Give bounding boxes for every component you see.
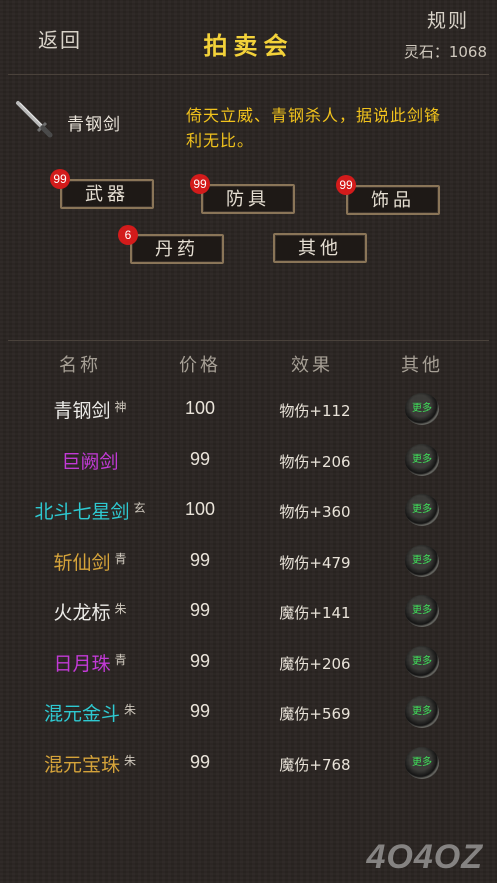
item-effect: 魔伤+206 [279, 654, 351, 673]
category-accessory-button[interactable]: 饰品 [346, 185, 440, 215]
item-name-cell: 北斗七星剑玄 [0, 497, 180, 524]
table-row[interactable]: 混元宝珠朱 99 魔伤+768 更多 [0, 738, 497, 788]
item-name: 斩仙剑 [53, 551, 111, 574]
item-name-cell: 日月珠青 [0, 649, 180, 676]
category-armor-button[interactable]: 防具 [201, 184, 295, 214]
grade-tag: 神 [114, 400, 127, 414]
grade-tag: 青 [114, 652, 127, 667]
item-price: 100 [184, 499, 216, 519]
table-row[interactable]: 青钢剑神 100 物伤+112 更多 [0, 384, 497, 434]
category-label: 丹药 [155, 239, 199, 260]
grade-tag: 青 [114, 551, 127, 566]
item-name: 巨阙剑 [61, 450, 119, 473]
table-row[interactable]: 斩仙剑青 99 物伤+479 更多 [0, 536, 497, 586]
category-label: 武器 [85, 184, 129, 205]
table-row[interactable]: 火龙标朱 99 魔伤+141 更多 [0, 586, 497, 636]
category-pill-button[interactable]: 丹药 [130, 234, 224, 264]
category-label: 饰品 [371, 190, 415, 211]
category-weapon-button[interactable]: 武器 [60, 179, 154, 209]
item-name: 日月珠 [53, 652, 111, 675]
item-effect: 物伤+206 [279, 452, 351, 471]
category-other-button[interactable]: 其他 [273, 233, 367, 263]
item-name-cell: 混元金斗朱 [0, 699, 180, 726]
grade-tag: 朱 [124, 703, 137, 717]
item-price: 99 [189, 701, 211, 721]
table-row[interactable]: 混元金斗朱 99 魔伤+569 更多 [0, 687, 497, 737]
item-name: 火龙标 [53, 602, 111, 624]
item-price: 99 [189, 549, 211, 570]
table-row[interactable]: 日月珠青 99 魔伤+206 更多 [0, 637, 497, 687]
more-button[interactable]: 更多 [405, 544, 439, 577]
more-button[interactable]: 更多 [405, 746, 439, 779]
more-button[interactable]: 更多 [405, 393, 439, 425]
more-button[interactable]: 更多 [405, 595, 439, 627]
category-armor-badge: 99 [190, 174, 210, 194]
more-button[interactable]: 更多 [405, 443, 439, 476]
column-header-name: 名称 [59, 355, 101, 376]
item-name-cell: 斩仙剑青 [0, 548, 180, 575]
more-button[interactable]: 更多 [405, 494, 439, 526]
column-header-price: 价格 [179, 355, 221, 376]
item-price: 99 [189, 600, 211, 620]
more-button[interactable]: 更多 [405, 696, 439, 728]
category-weapon-badge: 99 [50, 169, 70, 189]
more-button[interactable]: 更多 [405, 645, 439, 678]
sword-icon [12, 97, 56, 141]
item-effect: 物伤+479 [279, 553, 351, 572]
grade-tag: 朱 [114, 602, 127, 616]
item-effect: 物伤+112 [279, 402, 351, 420]
item-price: 99 [189, 650, 211, 671]
item-name: 混元金斗 [43, 703, 120, 725]
table-row[interactable]: 北斗七星剑玄 100 物伤+360 更多 [0, 485, 497, 535]
rules-button[interactable]: 规则 [427, 6, 469, 33]
grade-tag: 玄 [133, 501, 146, 515]
item-name: 北斗七星剑 [34, 501, 130, 523]
item-price: 100 [184, 398, 216, 418]
category-label: 防具 [226, 189, 270, 210]
item-name-cell: 青钢剑神 [0, 396, 180, 423]
item-effect: 物伤+360 [279, 503, 351, 521]
column-header-other: 其他 [401, 355, 443, 376]
list-divider [8, 340, 489, 341]
selected-item-description: 倚天立威、青钢杀人，据说此剑锋利无比。 [186, 106, 442, 150]
header-bar: 返回 拍卖会 规则 灵石：1068 [0, 0, 497, 74]
grade-tag: 朱 [124, 753, 137, 768]
item-effect: 魔伤+569 [279, 705, 351, 723]
watermark-logo: 4O4OZ [366, 838, 483, 876]
item-price: 99 [189, 448, 211, 469]
column-header-effect: 效果 [291, 355, 333, 376]
item-price: 99 [189, 751, 211, 772]
selected-item-name: 青钢剑 [67, 115, 121, 135]
header-divider [8, 74, 489, 75]
item-effect: 魔伤+768 [279, 755, 351, 774]
category-label: 其他 [298, 238, 342, 259]
item-effect: 魔伤+141 [279, 604, 351, 622]
spirit-stone-balance: 灵石：1068 [403, 43, 487, 61]
item-name-cell: 混元宝珠朱 [0, 750, 180, 777]
category-accessory-badge: 99 [336, 175, 356, 195]
table-row[interactable]: 巨阙剑 99 物伤+206 更多 [0, 435, 497, 485]
item-name: 混元宝珠 [43, 753, 120, 776]
category-pill-badge: 6 [118, 225, 138, 245]
item-name-cell: 火龙标朱 [0, 598, 180, 625]
item-name-cell: 巨阙剑 [0, 447, 180, 474]
item-name: 青钢剑 [53, 400, 111, 422]
